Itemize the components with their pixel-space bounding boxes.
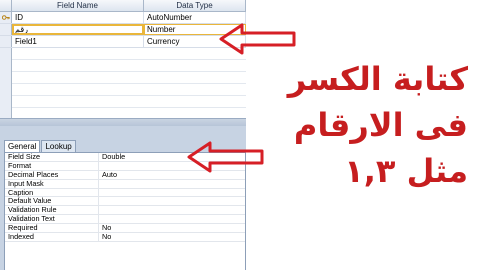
- pane-splitter[interactable]: [0, 118, 246, 126]
- empty-grid-rows[interactable]: [0, 48, 246, 118]
- field-name-header: Field Name: [12, 0, 144, 11]
- property-row[interactable]: Indexed No: [5, 233, 245, 242]
- arrow-left-icon: [187, 141, 264, 173]
- table-row[interactable]: ID AutoNumber: [0, 12, 246, 24]
- property-label: Format: [5, 161, 99, 170]
- field-name-cell[interactable]: رقم: [12, 24, 144, 35]
- property-row[interactable]: Validation Text: [5, 215, 245, 225]
- property-value[interactable]: [99, 215, 245, 223]
- caption-line-2: فى الارقام: [293, 106, 468, 144]
- row-selector-strip: [0, 48, 12, 118]
- table-row[interactable]: Field1 Currency: [0, 36, 246, 48]
- row-selector[interactable]: [0, 24, 12, 35]
- arabic-caption: كتابة الكسر فى الارقام مثل ١,٣: [258, 56, 468, 194]
- caption-line-3: مثل ١,٣: [344, 152, 468, 190]
- table-design-grid: Field Name Data Type ID AutoNumber رقم N…: [0, 0, 246, 118]
- table-row[interactable]: رقم Number: [0, 24, 246, 36]
- property-label: Decimal Places: [5, 170, 99, 179]
- property-row[interactable]: Input Mask: [5, 179, 245, 189]
- property-label: Indexed: [5, 233, 99, 241]
- property-value[interactable]: [99, 206, 245, 214]
- arrow-left-icon: [219, 23, 296, 55]
- grid-header: Field Name Data Type: [0, 0, 246, 12]
- data-type-header: Data Type: [144, 0, 246, 11]
- property-label: Input Mask: [5, 179, 99, 188]
- field-name-cell[interactable]: Field1: [12, 36, 144, 47]
- properties-tabs: General Lookup: [4, 140, 77, 152]
- property-value[interactable]: [99, 180, 245, 188]
- caption-line-1: كتابة الكسر: [287, 60, 468, 98]
- property-value[interactable]: [99, 197, 245, 205]
- property-label: Validation Text: [5, 215, 99, 224]
- field-name-cell[interactable]: ID: [12, 12, 144, 23]
- property-label: Default Value: [5, 197, 99, 206]
- key-icon: [2, 15, 10, 20]
- property-value[interactable]: No: [99, 224, 245, 232]
- property-value[interactable]: [99, 189, 245, 197]
- row-selector[interactable]: [0, 12, 12, 23]
- tab-lookup[interactable]: Lookup: [41, 140, 76, 152]
- row-selector-header[interactable]: [0, 0, 12, 11]
- row-selector[interactable]: [0, 36, 12, 47]
- property-label: Required: [5, 224, 99, 233]
- property-label: Caption: [5, 188, 99, 197]
- property-label: Field Size: [5, 153, 99, 161]
- property-label: Validation Rule: [5, 206, 99, 215]
- property-value[interactable]: No: [99, 233, 245, 241]
- tab-general[interactable]: General: [4, 140, 41, 152]
- property-row[interactable]: Required No: [5, 224, 245, 234]
